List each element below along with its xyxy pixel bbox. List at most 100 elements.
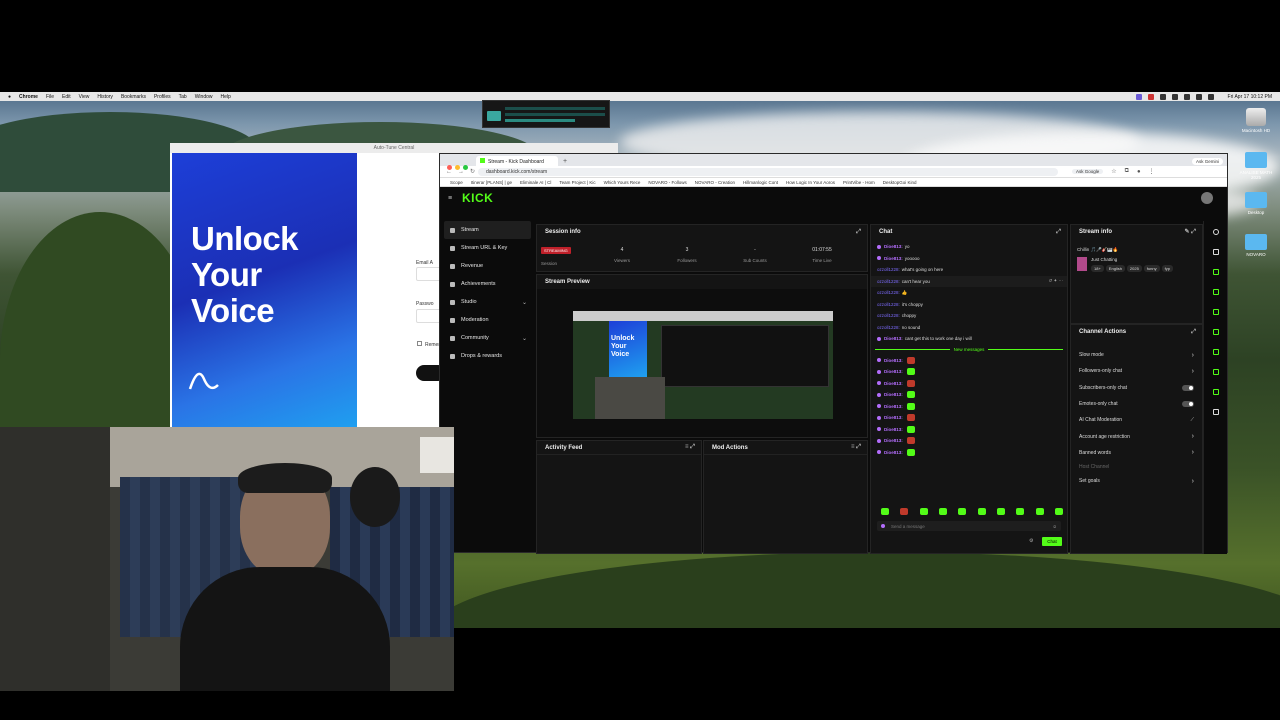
hamburger-icon[interactable]: ≡ (448, 195, 452, 202)
menu-chrome[interactable]: Chrome (19, 94, 38, 100)
emote-icon[interactable] (996, 508, 1005, 515)
profile-icon[interactable]: ● (1137, 169, 1141, 175)
menu-window[interactable]: Window (195, 94, 213, 100)
chat-message[interactable]: Dioe813: yooooo (871, 253, 1067, 265)
menu-help[interactable]: Help (221, 94, 231, 100)
emoji-icon[interactable]: ☺ (1052, 524, 1057, 529)
edit-icon[interactable]: ✎ ⤢ (1185, 228, 1197, 236)
bookmark-item[interactable]: DesktopGoi Kind (883, 180, 917, 185)
chat-message[interactable]: Dioe813: (871, 378, 1067, 390)
share-icon[interactable] (1212, 409, 1219, 415)
chat-message[interactable]: Dioe813: (871, 389, 1067, 401)
popout-icon[interactable]: ⤢ (1191, 329, 1196, 336)
sidebar-item-achievements[interactable]: Achievements (444, 275, 531, 293)
action-account-age[interactable]: Account age restriction › (1071, 428, 1202, 444)
menu-file[interactable]: File (46, 94, 54, 100)
desktop-item[interactable]: Desktop (1236, 192, 1276, 215)
bookmark-item[interactable]: NOVARO - Follows (648, 180, 686, 185)
bars-icon[interactable] (1212, 369, 1219, 375)
popout-icon[interactable]: ⤢ (856, 229, 861, 236)
send-chat-button[interactable]: Chat (1042, 537, 1062, 546)
action-set-goals[interactable]: Set goals › (1071, 473, 1202, 489)
chat-message[interactable]: Dioe813: (871, 401, 1067, 413)
browser-tab[interactable]: Stream - Kick Dashboard (476, 156, 558, 166)
action-subscribers-only[interactable]: Subscribers-only chat (1071, 380, 1202, 396)
wrench-icon[interactable] (1212, 389, 1219, 395)
shield-icon[interactable] (1212, 269, 1219, 275)
bolt-icon[interactable] (1212, 289, 1219, 295)
url-input[interactable]: dashboard.kick.com/stream (478, 167, 1058, 176)
sidebar-item-drops-rewards[interactable]: Drops & rewards (444, 347, 531, 365)
search-icon[interactable] (1195, 93, 1202, 100)
nav-back-icon[interactable]: ← (446, 169, 452, 175)
action-ai-moderation[interactable]: AI Chat Moderation ⟋ (1071, 412, 1202, 428)
star-icon[interactable]: ☆ (1111, 168, 1116, 175)
extensions-icon[interactable]: ⧉ (1125, 168, 1129, 175)
apple-icon[interactable]: ● (8, 94, 11, 100)
filter-icon[interactable]: ≡ ⤢ (851, 444, 861, 451)
bookmark-item[interactable]: Scope (450, 180, 463, 185)
chat-bubble-icon[interactable] (1212, 329, 1219, 335)
bookmark-item[interactable]: Hillmanlogic Cont (743, 180, 778, 185)
avatar[interactable] (1201, 192, 1213, 204)
tag[interactable]: English (1105, 265, 1125, 272)
chat-message[interactable]: Dioe813: (871, 447, 1067, 459)
chat-message[interactable]: Dioe813: (871, 355, 1067, 367)
bookmark-item[interactable]: PrintVibe - Hom (843, 180, 875, 185)
desktop-item[interactable]: NOVARO (1236, 234, 1276, 257)
menu-profiles[interactable]: Profiles (154, 94, 171, 100)
menubar-clock[interactable]: Fri Apr 17 10:12 PM (1228, 94, 1272, 100)
emote-icon[interactable] (1016, 508, 1025, 515)
sidebar-item-stream-url-key[interactable]: Stream URL & Key (444, 239, 531, 257)
sidebar-item-studio[interactable]: Studio ⌄ (444, 293, 531, 311)
sidebar-item-stream[interactable]: Stream (444, 221, 531, 239)
status-icon[interactable] (1135, 93, 1142, 100)
control-center-icon[interactable] (1207, 93, 1214, 100)
chat-message[interactable]: Dioe813: cant get this to work one day i … (871, 333, 1067, 345)
emote-icon[interactable] (900, 508, 909, 515)
autotune-titlebar[interactable]: Auto-Tune Central (170, 143, 618, 153)
sidebar-item-community[interactable]: Community ⌄ (444, 329, 531, 347)
chat-message[interactable]: Dioe813: (871, 424, 1067, 436)
action-emotes-only[interactable]: Emotes-only chat (1071, 396, 1202, 412)
info-icon[interactable] (1212, 229, 1219, 235)
bookmark-item[interactable]: Eliminale AI | Cl (520, 180, 551, 185)
clipboard-icon[interactable] (1212, 309, 1219, 315)
menu-history[interactable]: History (97, 94, 113, 100)
emote-icon[interactable] (881, 508, 889, 515)
menu-dots-icon[interactable]: ⋮ (1149, 168, 1155, 175)
popout-icon[interactable]: ⤢ (1056, 229, 1061, 236)
new-messages-divider[interactable]: New messages (871, 345, 1067, 355)
meter-button[interactable] (487, 111, 501, 121)
subscribers-only-toggle[interactable] (1182, 384, 1194, 391)
sidebar-item-moderation[interactable]: Moderation (444, 311, 531, 329)
audio-meter-widget[interactable] (482, 100, 610, 128)
ask-gemini-button[interactable]: Ask Gemini (1191, 158, 1223, 165)
action-followers-only[interactable]: Followers-only chat › (1071, 363, 1202, 379)
chat-message[interactable]: Dioe813: (871, 435, 1067, 447)
browser-window[interactable]: Stream - Kick Dashboard + Ask Gemini ← →… (439, 153, 1228, 554)
desktop-item[interactable]: ANALISE MATH 2025 (1236, 152, 1276, 180)
nav-forward-icon[interactable]: → (458, 169, 464, 175)
chat-message[interactable]: Dioe813: (871, 366, 1067, 378)
message-actions-icon[interactable]: ↺ ✦ ⋯ (1048, 278, 1063, 284)
tag[interactable]: 18+ (1091, 265, 1104, 272)
menu-bookmarks[interactable]: Bookmarks (121, 94, 146, 100)
action-banned-words[interactable]: Banned words › (1071, 445, 1202, 461)
chat-message[interactable]: ozzoll1228: what's going on here (871, 264, 1067, 276)
emotes-only-toggle[interactable] (1182, 401, 1194, 408)
wifi-icon[interactable] (1171, 93, 1178, 100)
settings-gear-icon[interactable]: ⚙ (1029, 538, 1033, 544)
chat-message[interactable]: Dioe813: yo (871, 241, 1067, 253)
volume-icon[interactable] (1183, 93, 1190, 100)
split-icon[interactable] (1212, 349, 1219, 355)
emote-icon[interactable] (1035, 508, 1044, 515)
menu-tab[interactable]: Tab (179, 94, 187, 100)
bookmark-item[interactable]: Which Yours Rece (604, 180, 641, 185)
action-host-channel[interactable]: Host Channel (1071, 461, 1202, 473)
bookmark-item[interactable]: Itinerar [PLANS] | ge (471, 180, 512, 185)
new-tab-icon[interactable]: + (563, 158, 567, 165)
ask-google-button[interactable]: Ask Google (1072, 169, 1104, 174)
chat-message[interactable]: ozzoll1228: choppy (871, 310, 1067, 322)
chat-message[interactable]: Dioe813: (871, 412, 1067, 424)
